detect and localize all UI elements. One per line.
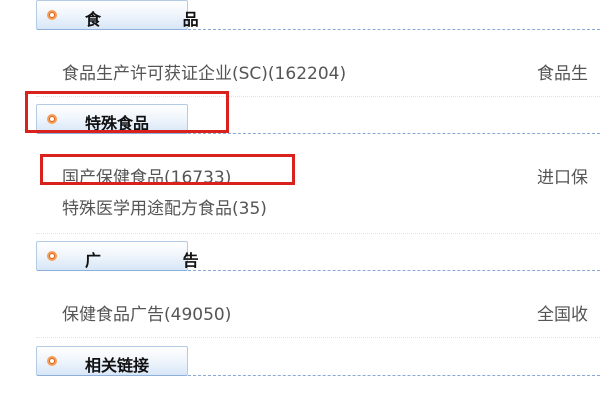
section-header-food: 食 品 — [36, 0, 199, 30]
link-food-production-license[interactable]: 食品生产许可获证企业(SC)(162204) — [62, 59, 346, 84]
link-health-food-ads[interactable]: 保健食品广告(49050) — [62, 300, 231, 325]
section-divider — [188, 29, 600, 30]
link-special-medical-formula[interactable]: 特殊医学用途配方食品(35) — [62, 194, 267, 219]
section-header-ads: 广 告 — [36, 241, 199, 271]
section-divider — [188, 270, 600, 271]
section-title: 广 告 — [85, 251, 237, 270]
section-title: 食 品 — [85, 10, 237, 29]
section-title: 相关链接 — [85, 356, 150, 375]
row-separator — [36, 233, 600, 234]
section-divider — [188, 375, 600, 376]
row-separator — [36, 337, 600, 338]
highlight-box-domestic-health-food — [40, 154, 295, 185]
bullet-icon — [47, 356, 57, 366]
link-imported-right-truncated[interactable]: 进口保 — [537, 163, 588, 188]
section-header-related-links: 相关链接 — [36, 346, 188, 376]
bullet-icon — [47, 10, 57, 20]
bullet-icon — [47, 251, 57, 261]
link-food-right-truncated[interactable]: 食品生 — [537, 59, 588, 84]
section-divider — [188, 133, 600, 134]
link-national-right-truncated[interactable]: 全国收 — [537, 300, 588, 325]
highlight-box-special-food-header — [25, 91, 229, 133]
